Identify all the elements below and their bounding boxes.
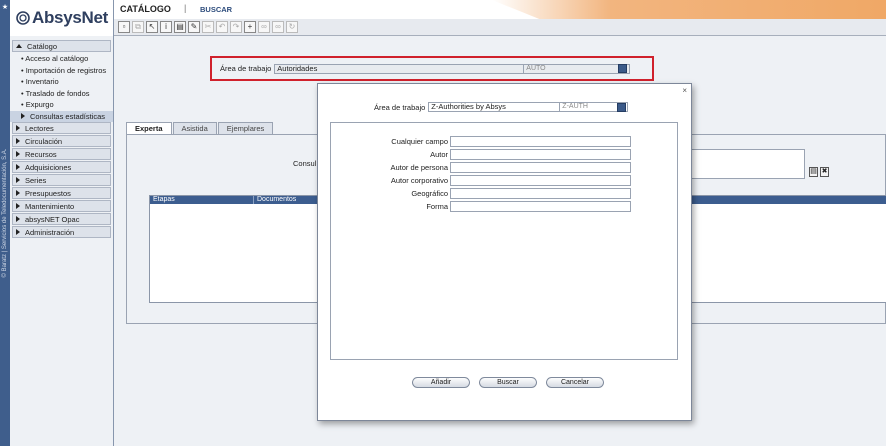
autor-persona-input[interactable] <box>450 161 631 173</box>
field-label: Forma <box>426 201 448 211</box>
redo-icon[interactable]: ↷ <box>230 21 242 33</box>
search-fields-panel: Cualquier campo Autor Autor de persona A… <box>330 122 678 360</box>
expand-icon <box>16 151 20 157</box>
toolbar: ▫ ⧉ ↖ i ▤ ✎ ✂ ↶ ↷ + ∞ ∞ ↻ <box>114 19 886 36</box>
autor-input[interactable] <box>450 148 631 160</box>
sidebar-section-circulacion[interactable]: Circulación <box>12 135 111 147</box>
work-area-code: AUTO <box>524 63 631 74</box>
work-area-highlight: Área de trabajo Autoridades AUTO <box>210 56 654 81</box>
modal-work-area-label: Área de trabajo <box>374 102 426 112</box>
sidebar-item-importacion[interactable]: • Importación de registros <box>10 65 113 77</box>
collapse-icon <box>16 44 22 48</box>
search-dialog: × Área de trabajo Z-Authorities by Absys… <box>317 83 692 421</box>
cualquier-campo-input[interactable] <box>450 135 631 147</box>
expand-icon <box>16 164 20 170</box>
expand-icon <box>16 177 20 183</box>
copyright-text: © Baratz | Servicios de Teledocumentació… <box>2 148 8 278</box>
sidebar-item-traslado[interactable]: • Traslado de fondos <box>10 88 113 100</box>
top-decoration <box>492 0 886 19</box>
link-icon[interactable]: ∞ <box>272 21 284 33</box>
consulta-actions: ▤ ✖ <box>809 167 831 177</box>
top-bar: CATÁLOGO | BUSCAR ▫ ⧉ ↖ i ▤ ✎ ✂ ↶ ↷ + ∞ … <box>114 0 886 36</box>
dialog-buttons: Añadir Buscar Cancelar <box>412 377 613 388</box>
expand-icon <box>16 190 20 196</box>
expand-icon <box>16 138 20 144</box>
tabs: Experta Asistida Ejemplares <box>126 122 274 134</box>
menu-catalogo[interactable]: CATÁLOGO <box>120 4 171 14</box>
work-area-label: Área de trabajo <box>220 64 272 73</box>
insert-icon[interactable]: ↖ <box>146 21 158 33</box>
save-icon[interactable]: ▤ <box>174 21 186 33</box>
add-icon[interactable]: + <box>244 21 256 33</box>
autor-corporativo-input[interactable] <box>450 174 631 186</box>
sidebar-section-recursos[interactable]: Recursos <box>12 148 111 160</box>
refresh-icon[interactable]: ↻ <box>286 21 298 33</box>
strip-star-icon: ★ <box>1 4 9 11</box>
expand-icon <box>16 216 20 222</box>
field-row-forma: Forma <box>331 200 679 212</box>
sidebar-section-series[interactable]: Series <box>12 174 111 186</box>
field-row-autor: Autor <box>331 148 679 160</box>
close-icon[interactable]: × <box>682 86 687 95</box>
sidebar-section-administracion[interactable]: Administración <box>12 226 111 238</box>
sidebar-section-lectores[interactable]: Lectores <box>12 122 111 134</box>
modal-work-area-select[interactable]: Z-Authorities by Absys <box>428 102 561 112</box>
sidebar: AbsysNet Catálogo • Acceso al catálogo •… <box>10 0 114 446</box>
sidebar-section-mantenimiento[interactable]: Mantenimiento <box>12 200 111 212</box>
info-icon[interactable]: i <box>160 21 172 33</box>
sidebar-item-inventario[interactable]: • Inventario <box>10 76 113 88</box>
sidebar-section-presupuestos[interactable]: Presupuestos <box>12 187 111 199</box>
menu-separator: | <box>184 3 187 13</box>
work-area-select[interactable]: Autoridades <box>274 63 525 74</box>
field-label: Cualquier campo <box>391 136 448 146</box>
edit-icon[interactable]: ✎ <box>188 21 200 33</box>
field-row-geografico: Geográfico <box>331 187 679 199</box>
field-label: Autor de persona <box>390 162 448 172</box>
sidebar-section-label: Catálogo <box>27 41 58 51</box>
delete-icon[interactable]: ✖ <box>820 167 829 177</box>
clipboard-icon[interactable]: ▤ <box>809 167 818 177</box>
scissors-icon[interactable]: ✂ <box>202 21 214 33</box>
field-row-cualquier-campo: Cualquier campo <box>331 135 679 147</box>
expand-icon <box>16 203 20 209</box>
forma-input[interactable] <box>450 200 631 212</box>
field-label: Autor corporativo <box>390 175 448 185</box>
logo-text: AbsysNet <box>32 8 109 27</box>
link-icon[interactable]: ∞ <box>258 21 270 33</box>
sidebar-section-catalogo[interactable]: Catálogo <box>12 40 111 52</box>
copy-icon[interactable]: ⧉ <box>132 21 144 33</box>
sidebar-item-expurgo[interactable]: • Expurgo <box>10 99 113 111</box>
menu-buscar[interactable]: BUSCAR <box>200 5 232 14</box>
field-label: Geográfico <box>411 188 448 198</box>
undo-icon[interactable]: ↶ <box>216 21 228 33</box>
vertical-strip: ★ © Baratz | Servicios de Teledocumentac… <box>0 0 10 446</box>
sidebar-section-adquisiciones[interactable]: Adquisiciones <box>12 161 111 173</box>
sidebar-section-opac[interactable]: absysNET Opac <box>12 213 111 225</box>
consulta-label: Consul <box>293 159 317 168</box>
field-row-autor-persona: Autor de persona <box>331 161 679 173</box>
logo: AbsysNet <box>10 0 113 36</box>
sidebar-item-consultas[interactable]: Consultas estadísticas <box>10 110 113 122</box>
tab-experta[interactable]: Experta <box>126 122 172 134</box>
field-label: Autor <box>430 149 448 159</box>
tab-asistida[interactable]: Asistida <box>172 122 217 134</box>
expand-icon <box>16 229 20 235</box>
arrow-right-icon <box>21 113 25 120</box>
field-row-autor-corporativo: Autor corporativo <box>331 174 679 186</box>
tab-ejemplares[interactable]: Ejemplares <box>217 122 274 134</box>
column-etapas[interactable]: Etapas <box>150 196 254 204</box>
new-record-icon[interactable]: ▫ <box>118 21 130 33</box>
add-button[interactable]: Añadir <box>412 377 470 388</box>
dropdown-icon[interactable] <box>617 102 627 112</box>
expand-icon <box>16 125 20 131</box>
modal-work-area: Área de trabajo Z-Authorities by Absys Z… <box>374 102 629 112</box>
dropdown-icon[interactable] <box>618 64 628 73</box>
sidebar-item-acceso[interactable]: • Acceso al catálogo <box>10 53 113 65</box>
search-button[interactable]: Buscar <box>479 377 537 388</box>
absysnet-logo-icon <box>16 11 30 25</box>
geografico-input[interactable] <box>450 187 631 199</box>
cancel-button[interactable]: Cancelar <box>546 377 604 388</box>
